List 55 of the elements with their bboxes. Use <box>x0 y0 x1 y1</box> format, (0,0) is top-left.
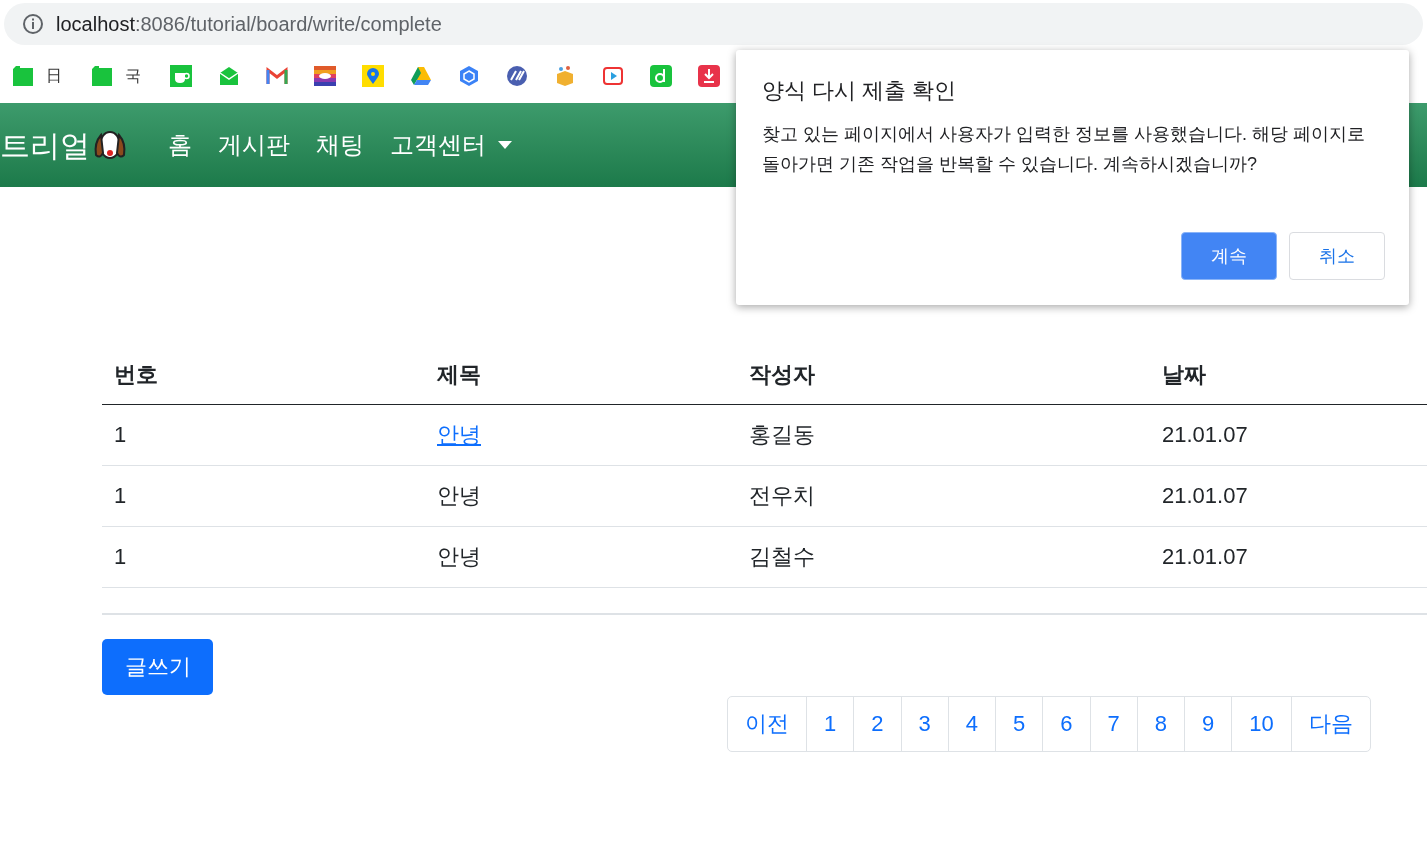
table-cell: 21.01.07 <box>1162 483 1248 508</box>
box-icon[interactable] <box>554 64 576 87</box>
nav-link[interactable]: 고객센터 <box>390 127 512 163</box>
table-cell: 1 <box>114 422 127 447</box>
nav-link[interactable]: 홈 <box>168 127 192 163</box>
page-link[interactable]: 9 <box>1184 695 1233 752</box>
table-cell: 홍길동 <box>749 422 815 447</box>
bookmark-label[interactable]: 日 <box>46 63 62 88</box>
address-bar[interactable]: localhost:8086/tutorial/board/write/complete <box>4 3 1423 45</box>
column-header: 제목 <box>437 361 481 387</box>
column-header: 날짜 <box>1162 361 1206 387</box>
page-link[interactable]: 이전 <box>727 695 807 752</box>
column-header: 작성자 <box>749 361 815 387</box>
column-header: 번호 <box>114 361 158 387</box>
table-cell: 1 <box>114 483 127 508</box>
dialog-button[interactable]: 계속 <box>1181 232 1277 280</box>
mail-icon[interactable] <box>266 64 288 87</box>
table-cell: 전우치 <box>749 483 815 508</box>
page-link[interactable]: 6 <box>1042 695 1091 752</box>
url-text: localhost:8086/tutorial/board/write/complete <box>56 12 442 37</box>
caret-icon[interactable] <box>498 141 512 149</box>
page-link[interactable]: 1 <box>806 695 855 752</box>
cup-icon[interactable] <box>170 64 192 87</box>
post-link[interactable]: 안녕 <box>437 422 481 447</box>
write-button[interactable]: 글쓰기 <box>102 638 213 695</box>
info-icon[interactable] <box>22 13 44 35</box>
table-cell: 김철수 <box>749 544 815 569</box>
dialog-message: 찾고 있는 페이지에서 사용자가 입력한 정보를 사용했습니다. 해당 페이지로 돌아가면 기존 작업을 반복할 수 있습니다. 계속하시겠습니까? <box>762 123 1366 176</box>
nav-link[interactable]: 채팅 <box>316 127 364 163</box>
download-icon[interactable] <box>698 64 720 87</box>
table-cell: 안녕 <box>437 544 481 569</box>
map-pin-icon[interactable] <box>362 64 384 87</box>
table-cell: 1 <box>114 544 127 569</box>
page-link[interactable]: 10 <box>1231 695 1292 752</box>
table-cell: 21.01.07 <box>1162 422 1248 447</box>
table-cell: 21.01.07 <box>1162 544 1248 569</box>
cube-icon[interactable] <box>458 64 480 87</box>
table-cell: 안녕 <box>437 483 481 508</box>
page-link[interactable]: 5 <box>995 695 1044 752</box>
page-link[interactable]: 3 <box>900 695 949 752</box>
play-icon[interactable] <box>602 64 624 87</box>
dialog-button[interactable]: 취소 <box>1289 232 1385 280</box>
bookmark-label[interactable]: 국 <box>125 63 141 88</box>
page-link[interactable]: 2 <box>853 695 902 752</box>
page-link[interactable]: 4 <box>947 695 996 752</box>
brand-text[interactable]: 트리얼 <box>0 122 90 168</box>
page-link[interactable]: 7 <box>1089 695 1138 752</box>
page-link[interactable]: 8 <box>1136 695 1185 752</box>
dialog-title: 양식 다시 제출 확인 <box>762 77 958 105</box>
envelope-icon[interactable] <box>218 64 240 87</box>
page-link[interactable]: 다음 <box>1290 695 1371 752</box>
rainbow-icon[interactable] <box>314 64 336 87</box>
triangle-icon[interactable] <box>410 64 432 87</box>
square-icon[interactable] <box>650 64 672 87</box>
nav-link[interactable]: 게시판 <box>218 127 290 163</box>
